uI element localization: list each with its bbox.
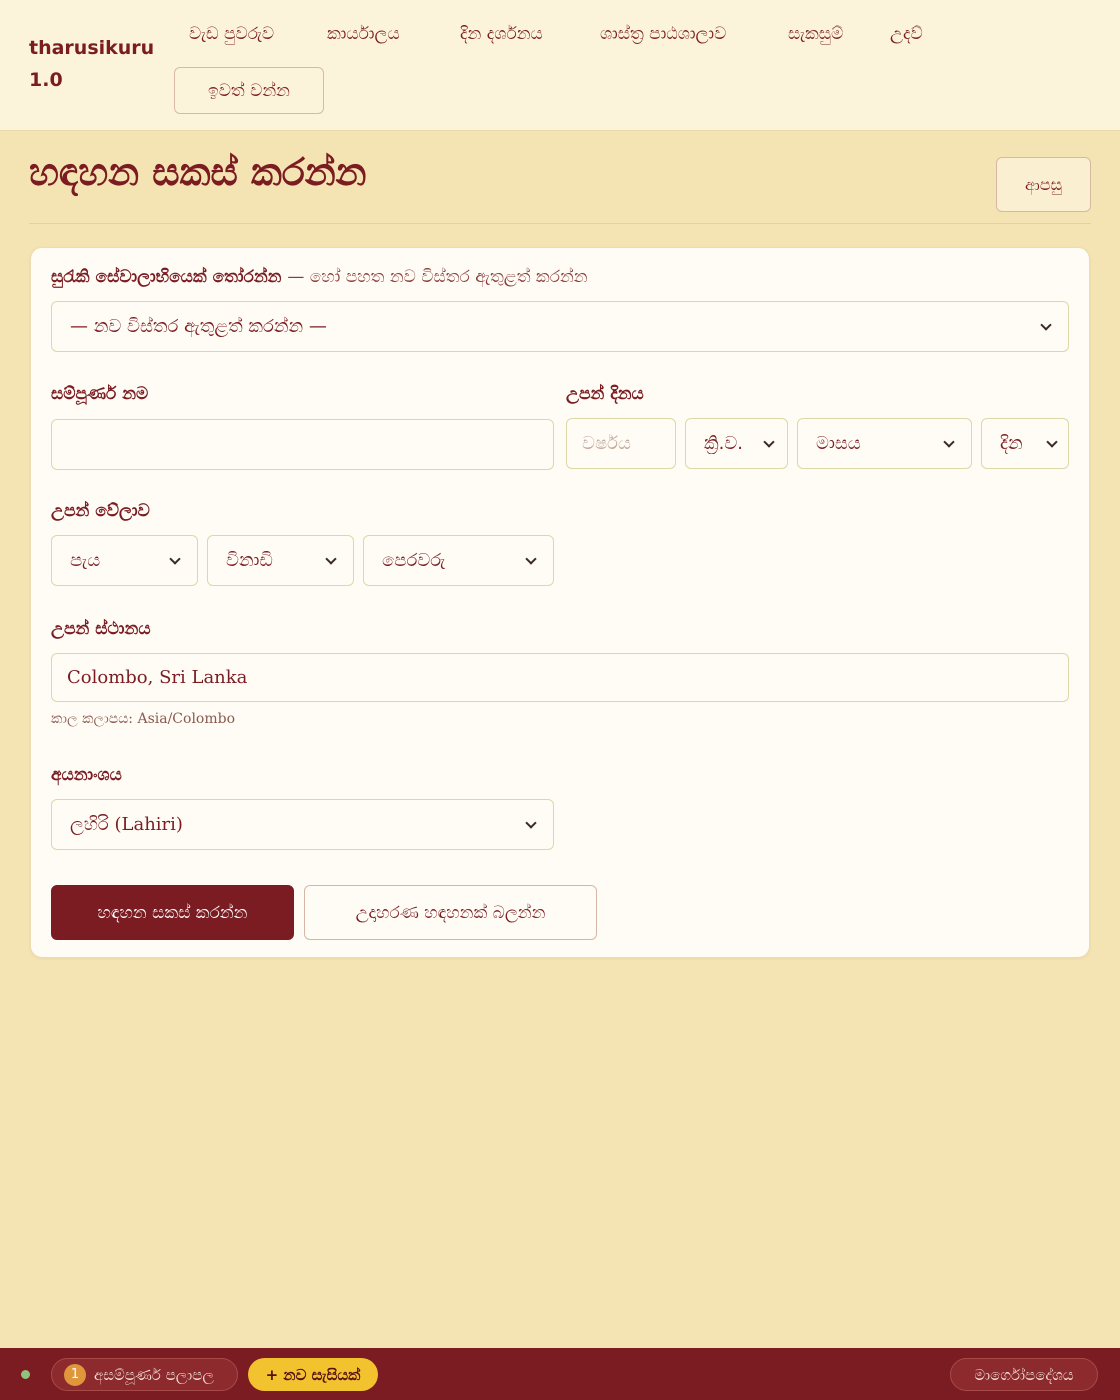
birth-day-select[interactable]: දින: [981, 418, 1069, 469]
birth-place-value: Colombo, Sri Lanka: [67, 667, 248, 688]
chevron-down-icon: [1046, 435, 1058, 448]
page-title: හඳහන සකස් කරන්න: [29, 150, 367, 194]
birth-month-select[interactable]: මාසය: [797, 418, 972, 469]
nav-help[interactable]: උදව්: [890, 24, 923, 44]
birth-day-value: දින: [1000, 433, 1023, 454]
connection-status-dot: [21, 1370, 30, 1379]
birth-ampm-select[interactable]: පෙරවරු: [363, 535, 554, 586]
birth-place-label: උපන් ස්ථානය: [51, 619, 151, 639]
nav-calendar[interactable]: දින දර්ශනය: [460, 24, 543, 44]
ayanamsa-value: ලහිරි (Lahiri): [70, 814, 183, 835]
saved-client-select-value: — නව විස්තර ඇතුළත් කරන්න —: [70, 316, 327, 337]
chart-form-card: [30, 247, 1090, 958]
ayanamsa-label: අයනාංශය: [51, 765, 122, 785]
incomplete-readings-button[interactable]: 1 අසම්පූර්ණ පලාපල: [51, 1358, 238, 1391]
nav-academy[interactable]: ශාස්ත්‍ර පාඨශාලාව: [600, 24, 726, 44]
chevron-down-icon: [169, 552, 181, 565]
timezone-note: කාල කලාපය: Asia/Colombo: [51, 711, 236, 727]
full-name-input[interactable]: [51, 419, 554, 470]
birth-year-placeholder: වර්ෂය: [582, 433, 631, 454]
top-navigation-bar: tharusikuru 1.0 වැඩ පුවරුව කාර්යාලය දින …: [0, 0, 1120, 131]
birth-era-value: ක්‍රි.ව.: [704, 433, 744, 454]
bottom-status-bar: 1 අසම්පූර්ණ පලාපල + නව සැසියක් මාර්ගෝපදේ…: [0, 1348, 1120, 1400]
chevron-down-icon: [1040, 318, 1052, 331]
incomplete-count-badge: 1: [64, 1363, 86, 1386]
birth-time-label: උපන් වේලාව: [51, 501, 150, 521]
saved-client-label-text: සුරැකි සේවාලාභියෙක් තෝරන්න: [51, 267, 282, 287]
guide-button[interactable]: මාර්ගෝපදේශය: [950, 1358, 1098, 1391]
nav-dashboard[interactable]: වැඩ පුවරුව: [189, 24, 274, 44]
full-name-label: සම්පූර්ණ නම: [51, 384, 149, 404]
incomplete-readings-label: අසම්පූර්ණ පලාපල: [94, 1365, 214, 1384]
ayanamsa-select[interactable]: ලහිරි (Lahiri): [51, 799, 554, 850]
birth-year-input[interactable]: වර්ෂය: [566, 418, 676, 469]
logout-button[interactable]: ඉවත් වන්න: [174, 67, 324, 114]
chevron-down-icon: [943, 435, 955, 448]
chevron-down-icon: [325, 552, 337, 565]
birth-place-input[interactable]: Colombo, Sri Lanka: [51, 653, 1069, 702]
birth-ampm-value: පෙරවරු: [382, 550, 446, 571]
chevron-down-icon: [525, 552, 537, 565]
chevron-down-icon: [525, 816, 537, 829]
generate-chart-button[interactable]: හඳහන සකස් කරන්න: [51, 885, 294, 940]
birth-era-select[interactable]: ක්‍රි.ව.: [685, 418, 788, 469]
birth-minute-select[interactable]: විනාඩි: [207, 535, 354, 586]
saved-client-label-suffix: — හෝ පහත නව විස්තර ඇතුළත් කරන්න: [287, 267, 588, 287]
saved-client-select[interactable]: — නව විස්තර ඇතුළත් කරන්න —: [51, 301, 1069, 352]
app-brand[interactable]: tharusikuru 1.0: [29, 32, 159, 96]
birth-date-label: උපන් දිනය: [566, 384, 644, 404]
birth-hour-select[interactable]: පැය: [51, 535, 198, 586]
back-button[interactable]: ආපසු: [996, 157, 1091, 212]
birth-month-value: මාසය: [816, 433, 861, 454]
view-example-chart-button[interactable]: උදාහරණ හඳහනක් බලන්න: [304, 885, 597, 940]
new-session-button[interactable]: + නව සැසියක්: [248, 1358, 378, 1391]
title-divider: [29, 223, 1091, 224]
saved-client-label: සුරැකි සේවාලාභියෙක් තෝරන්න — හෝ පහත නව ව…: [51, 267, 588, 287]
nav-office[interactable]: කාර්යාලය: [327, 24, 400, 44]
birth-hour-value: පැය: [70, 550, 101, 571]
nav-settings[interactable]: සැකසුම්: [788, 24, 843, 44]
chevron-down-icon: [763, 435, 775, 448]
birth-minute-value: විනාඩි: [226, 550, 273, 571]
